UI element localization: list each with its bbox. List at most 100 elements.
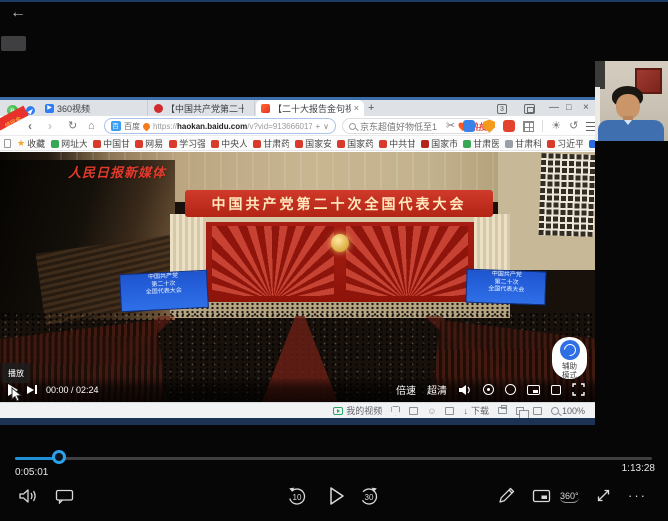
- assist-mode-button[interactable]: 辅助 模式: [552, 337, 587, 379]
- bookmark-item[interactable]: 国家市场: [421, 137, 457, 150]
- mini-pip-icon[interactable]: [527, 385, 540, 395]
- subtitle-button[interactable]: [55, 489, 74, 504]
- forward-seconds-label: 30: [365, 493, 374, 502]
- mini-volume-icon[interactable]: [458, 384, 472, 396]
- flag-fan-right: [346, 226, 468, 296]
- bookmark-item[interactable]: 国家药监: [337, 137, 373, 150]
- refresh-icon[interactable]: ↻: [68, 118, 77, 134]
- status-copy-icon[interactable]: [516, 407, 524, 415]
- bookmark-label: 甘肃科技: [515, 137, 541, 150]
- my-videos-label: 我的视频: [346, 404, 382, 417]
- sidebar-toggle-icon[interactable]: [4, 139, 11, 148]
- home-icon[interactable]: ⌂: [88, 118, 95, 134]
- url-dropdown-icon[interactable]: ∨: [323, 122, 329, 131]
- bookmark-item[interactable]: 甘肃科技: [505, 137, 541, 150]
- mini-record-icon[interactable]: [505, 384, 516, 395]
- seek-bar-track[interactable]: [15, 457, 652, 460]
- speed-button[interactable]: 倍速: [396, 382, 416, 397]
- mini-widescreen-icon[interactable]: [551, 385, 561, 395]
- bookmark-favicon: [379, 140, 387, 148]
- congress-banner: 中国共产党第二十次全国代表大会: [185, 190, 493, 217]
- rotate-360-button[interactable]: 360°: [560, 491, 579, 503]
- zoom-magnifier-icon: [551, 407, 559, 415]
- mini-player-right: 倍速 超清: [396, 377, 585, 402]
- mini-next-icon[interactable]: [27, 385, 37, 394]
- url-add-icon[interactable]: +: [315, 122, 320, 131]
- status-monitor-icon[interactable]: [409, 407, 418, 415]
- window-close-button[interactable]: ×: [583, 102, 589, 113]
- bookmarks-bar: ★收藏 网址大全 中国甘肃 网易 学习强国 中央人民 甘肃药监 国家安全 国家药…: [0, 137, 595, 151]
- volume-button[interactable]: [18, 488, 37, 504]
- status-printer-icon[interactable]: [498, 407, 507, 414]
- bookmark-favorites[interactable]: ★收藏: [17, 137, 45, 150]
- tab-count-badge[interactable]: 3: [497, 104, 507, 114]
- bookmark-item[interactable]: 网易: [135, 137, 163, 150]
- browser-status-bar: 我的视频 ☺ ↓下载 100%: [0, 402, 595, 418]
- more-options-button[interactable]: ···: [628, 488, 647, 503]
- new-tab-button[interactable]: +: [368, 102, 374, 114]
- status-plugin-icon[interactable]: [445, 407, 454, 415]
- bookmark-label: 国家安全: [305, 137, 331, 150]
- bookmark-favicon: [295, 140, 303, 148]
- rewind-10-button[interactable]: 10: [286, 485, 308, 507]
- bookmark-item[interactable]: 中国甘肃: [93, 137, 129, 150]
- extension-icon-red[interactable]: [503, 120, 515, 132]
- play-button[interactable]: [328, 486, 345, 506]
- my-videos-button[interactable]: 我的视频: [333, 404, 382, 417]
- download-button[interactable]: ↓下载: [463, 404, 489, 417]
- play-tooltip: 播放: [2, 363, 30, 383]
- extension-icon-blue[interactable]: [463, 120, 475, 132]
- bookmark-item[interactable]: 国家安全: [295, 137, 331, 150]
- page-zoom-control[interactable]: 100%: [551, 406, 585, 416]
- security-shield-icon[interactable]: [483, 120, 495, 133]
- browser-tab-bar: e ▶ 360视频 【中国共产党第二十次全国代 【二十大报告金句视频版 × + …: [0, 100, 595, 116]
- bookmark-favicon: [169, 140, 177, 148]
- bookmark-item[interactable]: 网址大全: [51, 137, 87, 150]
- window-maximize-button[interactable]: □: [566, 102, 571, 112]
- bookmark-item[interactable]: 甘肃医保: [463, 137, 499, 150]
- nav-back-icon[interactable]: ‹: [28, 118, 32, 134]
- total-time-label: 1:13:28: [605, 463, 655, 474]
- webcam-overlay[interactable]: [595, 61, 668, 141]
- menu-hamburger-icon[interactable]: [586, 122, 595, 131]
- status-window-icon[interactable]: [533, 407, 542, 415]
- apps-grid-icon[interactable]: [523, 121, 534, 132]
- forward-30-button[interactable]: 30: [358, 485, 380, 507]
- pip-button[interactable]: [532, 489, 551, 503]
- annotate-pen-button[interactable]: [498, 487, 515, 504]
- seek-bar-thumb[interactable]: [52, 450, 66, 464]
- video-frame[interactable]: 中国共产党第二十次全国代表大会 中国共产党第二十次全国代表大会 中国共产党第二十…: [0, 152, 595, 402]
- tab-close-icon[interactable]: ×: [354, 103, 359, 113]
- mini-screenshot-icon[interactable]: [483, 384, 494, 395]
- bookmark-label: 网易: [145, 137, 163, 150]
- assist-mode-icon: [560, 340, 580, 360]
- nav-forward-icon[interactable]: ›: [48, 118, 52, 134]
- download-arrow-icon: ↓: [463, 406, 468, 416]
- bookmark-item[interactable]: 习近平: [547, 137, 583, 150]
- tab-manager-icon[interactable]: [524, 104, 535, 114]
- mini-fullscreen-icon[interactable]: [572, 383, 585, 396]
- window-minimize-button[interactable]: —: [549, 102, 559, 113]
- bookmark-item[interactable]: 中共甘肃: [379, 137, 415, 150]
- bookmark-label: 中共甘肃: [389, 137, 415, 150]
- tab-active-haokan[interactable]: 【二十大报告金句视频版 ×: [256, 100, 364, 116]
- tab-360-video[interactable]: ▶ 360视频: [40, 100, 148, 116]
- fullscreen-button[interactable]: [596, 488, 611, 503]
- bookmark-item[interactable]: 学习强国: [169, 137, 205, 150]
- player-window: ← e ▶ 360视频 【中国共产党第二十次全国代 【二十大报告金句视频版 × …: [0, 0, 668, 521]
- bookmark-label: 习近平: [557, 137, 583, 150]
- back-arrow-icon[interactable]: ←: [10, 5, 26, 21]
- bookmark-item[interactable]: 中央人民: [211, 137, 247, 150]
- status-smiley-icon[interactable]: ☺: [427, 406, 436, 416]
- screenshot-scissors-icon[interactable]: ✂: [446, 119, 455, 133]
- bookmark-favicon: [547, 140, 555, 148]
- brightness-icon[interactable]: ☀: [551, 119, 561, 133]
- tab-congress[interactable]: 【中国共产党第二十次全国代: [149, 100, 255, 116]
- quality-button[interactable]: 超清: [427, 382, 447, 397]
- bookmark-favicon: [421, 140, 429, 148]
- bookmark-item[interactable]: 甘肃药监: [253, 137, 289, 150]
- url-field[interactable]: 百 百度 https://haokan.baidu.com/v?vid=9136…: [104, 118, 336, 134]
- status-shield-icon[interactable]: [391, 406, 400, 416]
- undo-history-icon[interactable]: ↺: [569, 119, 578, 133]
- url-host: haokan.baidu.com: [177, 122, 247, 131]
